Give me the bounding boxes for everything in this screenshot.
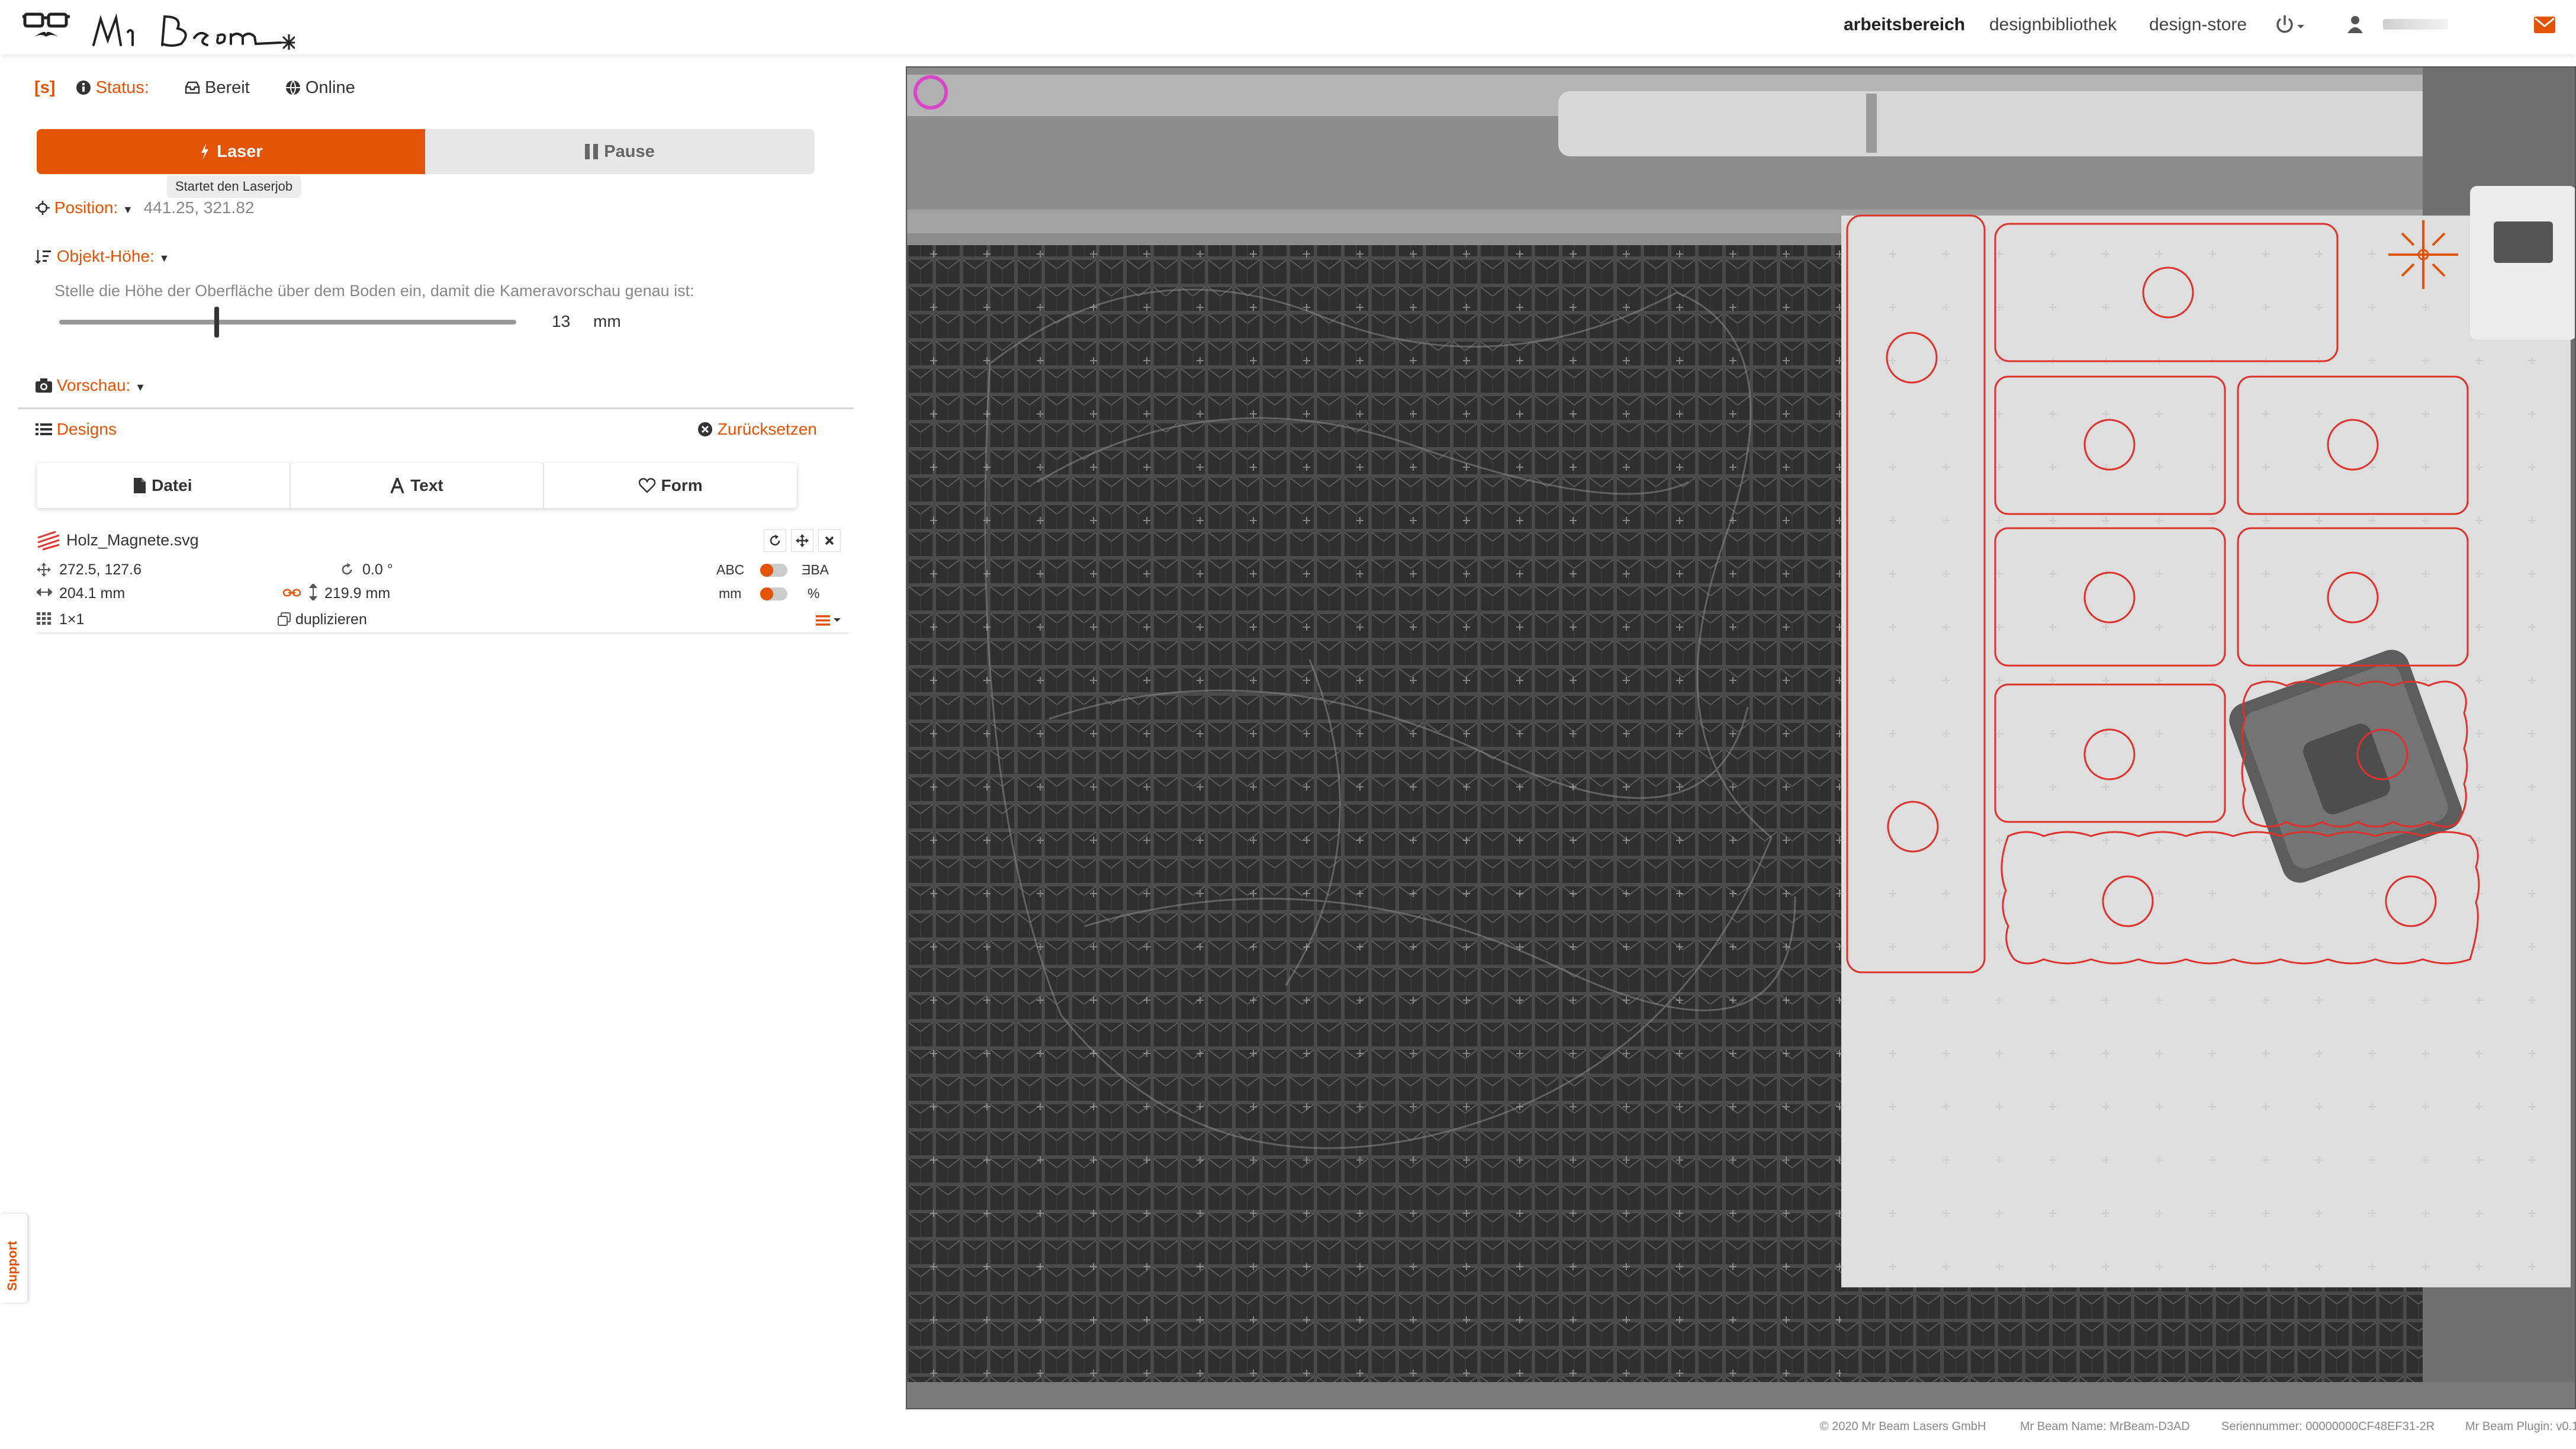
design-grid-input[interactable]: 1×1: [59, 610, 84, 629]
file-icon: [134, 478, 146, 493]
laser-icon: [201, 143, 209, 160]
footer-plugin-version: Mr Beam Plugin: v0.1: [2465, 1420, 2576, 1433]
section-divider: [18, 407, 854, 409]
rotate-button[interactable]: [764, 529, 786, 552]
design-width-input[interactable]: 204.1 mm: [59, 584, 125, 603]
height-arrows-icon: [309, 584, 317, 600]
height-slider-thumb[interactable]: [214, 307, 219, 338]
remove-button[interactable]: [818, 529, 841, 552]
user-name-blurred: [2383, 19, 2448, 30]
height-value: 13: [552, 312, 571, 330]
move-button[interactable]: [791, 529, 813, 552]
pause-button[interactable]: Pause: [425, 129, 815, 174]
design-height-input[interactable]: 219.9 mm: [324, 584, 390, 603]
unit-label-right: %: [808, 586, 820, 601]
user-menu[interactable]: [2346, 13, 2369, 43]
link-ratio-icon[interactable]: [283, 589, 301, 597]
height-unit: mm: [593, 312, 621, 330]
footer-device-name: Mr Beam Name: MrBeam-D3AD: [2020, 1420, 2190, 1433]
inbox-icon: [185, 81, 200, 94]
info-icon: [76, 81, 91, 95]
width-arrows-icon: [37, 587, 52, 597]
tab-datei[interactable]: Datei: [37, 463, 291, 508]
tab-form[interactable]: Form: [544, 463, 797, 508]
user-icon: [2347, 16, 2363, 33]
nav-arbeitsbereich[interactable]: arbeitsbereich: [1844, 13, 1965, 37]
tab-text[interactable]: Text: [291, 463, 545, 508]
caret-down-icon: ▼: [159, 252, 170, 264]
unit-toggle[interactable]: [760, 587, 787, 600]
move-icon: [796, 534, 809, 547]
status-label: Status:: [76, 78, 169, 97]
position-row[interactable]: Position: ▼ 441.25, 321.82: [36, 197, 254, 221]
svg-file-icon: [37, 531, 60, 551]
close-icon: [825, 536, 834, 545]
nav-design-store[interactable]: design-store: [2149, 13, 2247, 37]
designs-header: Designs: [36, 418, 117, 441]
preview-toggle[interactable]: Vorschau: ▼: [36, 374, 146, 399]
laser-tooltip: Startet den Laserjob: [167, 175, 301, 198]
status-row: [s] Status: Bereit Online: [34, 76, 386, 99]
position-value: 441.25, 321.82: [143, 198, 255, 217]
options-menu-icon[interactable]: [816, 615, 844, 626]
status-state: Bereit: [185, 78, 270, 97]
copy-icon: [278, 612, 291, 626]
toggle-knob: [760, 587, 773, 600]
mirror-toggle[interactable]: [760, 564, 787, 577]
toggle-knob: [760, 564, 773, 577]
height-slider-track[interactable]: [59, 320, 516, 325]
status-connection: Online: [285, 78, 371, 97]
status-tag[interactable]: [s]: [34, 78, 55, 97]
footer-copyright: © 2020 Mr Beam Lasers GmbH: [1820, 1420, 1986, 1433]
support-tab[interactable]: Support: [0, 1214, 27, 1303]
rotate-icon: [770, 535, 780, 546]
envelope-icon[interactable]: [2534, 17, 2555, 33]
power-icon: [2276, 15, 2304, 33]
design-position-input[interactable]: 272.5, 127.6: [59, 560, 141, 579]
object-height-hint: Stelle die Höhe der Oberfläche über dem …: [54, 282, 694, 300]
grid-icon: [37, 612, 51, 625]
globe-icon: [285, 80, 300, 95]
design-filename[interactable]: Holz_Magnete.svg: [66, 531, 199, 550]
camera-preview: [907, 68, 2575, 1408]
duplicate-button[interactable]: duplizieren: [277, 610, 367, 629]
mirror-label-left: ABC: [716, 562, 745, 577]
sort-list-icon: [35, 250, 51, 264]
move-arrows-icon: [37, 563, 51, 577]
unit-label-left: mm: [719, 586, 742, 601]
laser-button[interactable]: Laser: [37, 129, 425, 174]
rotate-icon: [342, 563, 352, 575]
top-navbar: arbeitsbereich designbibliothek design-s…: [0, 0, 2576, 54]
nav-designbibliothek[interactable]: designbibliothek: [1989, 13, 2117, 37]
design-item-divider: [37, 632, 849, 634]
object-height-toggle[interactable]: Objekt-Höhe: ▼: [35, 245, 170, 269]
brand-logo[interactable]: [22, 8, 295, 50]
camera-workspace[interactable]: [906, 66, 2576, 1409]
text-icon: [390, 478, 404, 493]
heart-icon: [638, 478, 655, 493]
list-icon: [36, 423, 52, 435]
camera-icon: [36, 378, 52, 393]
design-rotation-input[interactable]: 0.0 °: [362, 560, 393, 579]
power-menu[interactable]: [2275, 13, 2310, 43]
footer-serial: Seriennummer: 00000000CF48EF31-2R: [2221, 1420, 2435, 1433]
pause-icon: [585, 144, 599, 159]
design-source-tabs: Datei Text Form: [37, 463, 797, 508]
crosshair-icon: [36, 201, 50, 215]
caret-down-icon: ▼: [135, 381, 146, 393]
reset-button[interactable]: Zurücksetzen: [697, 418, 817, 441]
mirror-label-right: ƎBA: [802, 562, 829, 577]
caret-down-icon: ▼: [122, 204, 133, 216]
close-circle-icon: [698, 422, 712, 436]
